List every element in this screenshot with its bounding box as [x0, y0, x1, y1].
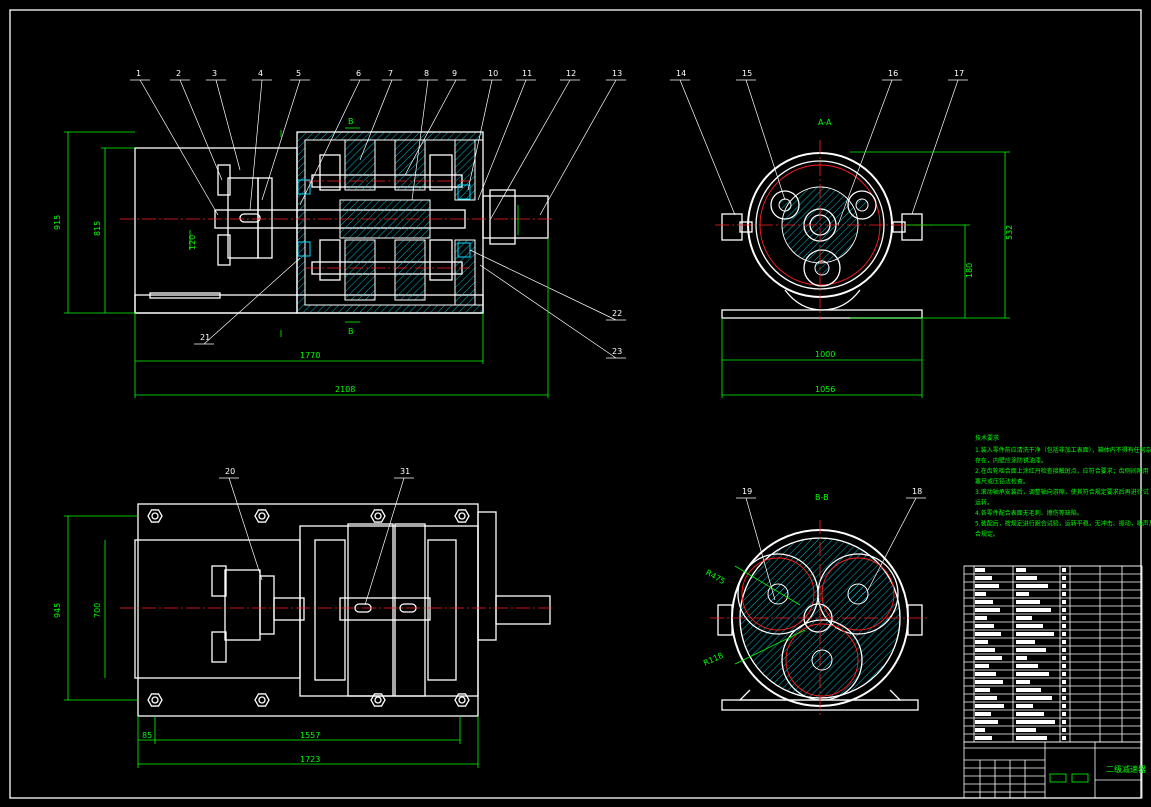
notes-line: 1.装入零件前应清洗干净（包括非加工表面），箱体内不得有任何杂物 — [975, 446, 1151, 454]
technical-notes: 技术要求 1.装入零件前应清洗干净（包括非加工表面），箱体内不得有任何杂物存在，… — [975, 434, 1151, 538]
dim-inner-height: 815 — [93, 221, 102, 236]
bolt-icon — [254, 509, 270, 523]
leader-label-11: 11 — [522, 69, 532, 78]
notes-line: 塞尺或压铅法检查。 — [975, 478, 1029, 486]
radial-label-1: R475 — [704, 568, 727, 586]
leader-label-6: 6 — [356, 69, 361, 78]
leader-label-14: 14 — [676, 69, 686, 78]
leader-label-31: 31 — [400, 467, 410, 476]
leader-label-4: 4 — [258, 69, 263, 78]
dim-length-a: 1770 — [300, 351, 320, 360]
notes-line: 运转。 — [975, 499, 993, 507]
front-view: B B 1 2 3 4 5 6 7 8 9 10 11 12 13212223 915 815 1770… — [53, 69, 626, 398]
leader-label-21: 21 — [200, 333, 210, 342]
leader-label-8: 8 — [424, 69, 429, 78]
dim-overall-height: 915 — [53, 215, 62, 230]
title-block-drawing-name: 二级减速器 — [1106, 764, 1146, 774]
top-dim-width: 945 — [53, 603, 62, 618]
notes-line: 5.装配后，按规定进行跑合试验，运转平稳，无冲击、振动，噪声及温升符 — [975, 520, 1151, 528]
side-dim-width-inner: 1000 — [815, 350, 835, 359]
leader-label-12: 12 — [566, 69, 576, 78]
bolt-hole-icon — [258, 512, 266, 520]
bolt-hole-icon — [458, 696, 466, 704]
leader-label-17: 17 — [954, 69, 964, 78]
leader-label-20: 20 — [225, 467, 235, 476]
top-dim-len-c: 1723 — [300, 755, 320, 764]
top-dim-len-b: 1557 — [300, 731, 320, 740]
bolt-hole-icon — [151, 696, 159, 704]
title-block: 二级减速器 — [963, 741, 1146, 799]
leader-label-13: 13 — [612, 69, 622, 78]
top-dim-inner-width: 700 — [93, 603, 102, 618]
leader-label-1: 1 — [136, 69, 141, 78]
notes-line: 3.滚动轴承安装后，调整轴向游隙，使其符合规定要求后再进行试 — [975, 488, 1149, 496]
leader-label-2: 2 — [176, 69, 181, 78]
leader-label-3: 3 — [212, 69, 217, 78]
bolt-icon — [370, 509, 386, 523]
top-view-leaders: 20 31 — [219, 467, 414, 606]
dim-length-b: 2108 — [335, 385, 355, 394]
bolt-hole-icon — [151, 512, 159, 520]
leader-label-9: 9 — [452, 69, 457, 78]
notes-line: 存在，内壁应涂防锈油漆。 — [975, 457, 1047, 465]
notes-line: 合规定。 — [975, 530, 999, 538]
top-dim-len-a: 85 — [142, 731, 152, 740]
bolt-icon — [254, 693, 270, 707]
notes-line: 2.在齿轮啮合面上涂红丹检查接触斑点，应符合要求；齿侧间隙用 — [975, 467, 1149, 475]
notes-title: 技术要求 — [975, 434, 999, 442]
bolt-icon — [147, 693, 163, 707]
side-view: A-A 14 15 16 17 1000 1056 532 180 — [670, 69, 1014, 398]
top-view: 20 31 945 700 85 1557 1723 — [53, 467, 555, 768]
leader-label-23: 23 — [612, 347, 622, 356]
bolt-hole-icon — [458, 512, 466, 520]
leader-label-5: 5 — [296, 69, 301, 78]
leader-label-15: 15 — [742, 69, 752, 78]
leader-label-22: 22 — [612, 309, 622, 318]
section-mark-bottom: B — [348, 327, 354, 336]
side-view-label: A-A — [818, 118, 832, 127]
notes-line: 4.各零件配合表面无毛刺、擦伤等缺陷。 — [975, 509, 1083, 517]
bolt-hole-icon — [374, 696, 382, 704]
radial-label-2: R118 — [702, 651, 725, 668]
dim-shaft-dia: 120 — [188, 235, 197, 250]
leader-label-19: 19 — [742, 487, 752, 496]
section-mark-top: B — [348, 117, 354, 126]
bolt-icon — [147, 509, 163, 523]
engineering-drawing: B B 1 2 3 4 5 6 7 8 9 10 11 12 13212223 915 815 1770… — [9, 9, 1151, 799]
leader-label-10: 10 — [488, 69, 498, 78]
drawing-border — [9, 9, 1142, 799]
leader-label-16: 16 — [888, 69, 898, 78]
bolt-hole-icon — [374, 512, 382, 520]
bolt-icon — [454, 509, 470, 523]
side-dim-height: 532 — [1005, 225, 1014, 240]
section-view-label: B-B — [815, 493, 829, 502]
side-dim-width-outer: 1056 — [815, 385, 835, 394]
leader-label-7: 7 — [388, 69, 393, 78]
parts-list — [963, 565, 1143, 743]
leader-label-18: 18 — [912, 487, 922, 496]
side-dim-center-height: 180 — [965, 263, 974, 278]
section-view: B-B R475 R118 19 18 — [702, 487, 930, 715]
bolt-hole-icon — [258, 696, 266, 704]
